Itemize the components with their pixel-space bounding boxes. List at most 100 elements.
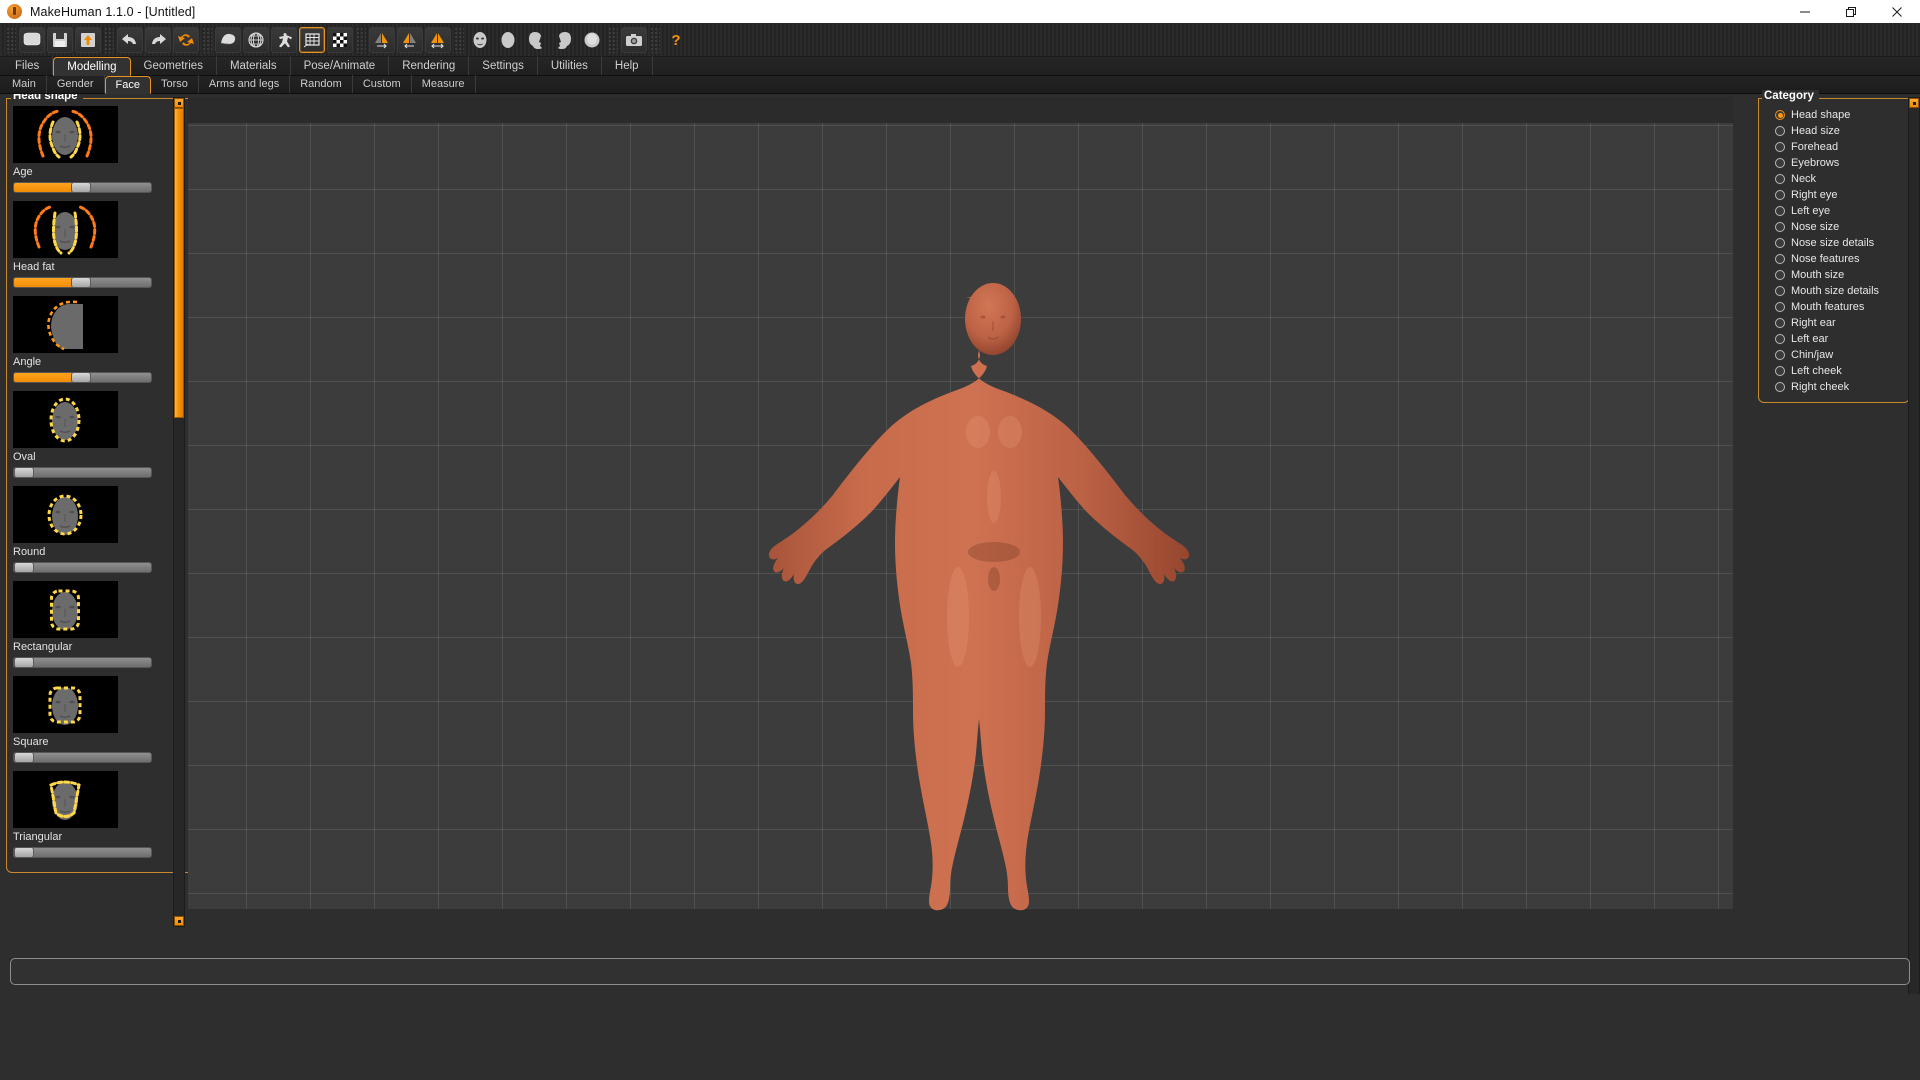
slider-track[interactable] [13, 847, 152, 858]
category-item-left-eye[interactable]: Left eye [1759, 203, 1909, 219]
radio-button-icon[interactable] [1775, 366, 1785, 376]
radio-button-icon[interactable] [1775, 222, 1785, 232]
slider-track[interactable] [13, 752, 152, 763]
wireframe-button[interactable] [243, 26, 269, 53]
new-button[interactable] [19, 26, 45, 53]
slider-handle[interactable] [14, 563, 34, 572]
category-item-neck[interactable]: Neck [1759, 171, 1909, 187]
radio-button-icon[interactable] [1775, 382, 1785, 392]
symmetry-both-button[interactable] [425, 26, 451, 53]
symmetry-left-button[interactable] [397, 26, 423, 53]
grab-screen-button[interactable] [621, 26, 647, 53]
radio-button-icon[interactable] [1775, 174, 1785, 184]
main-tab-files[interactable]: Files [2, 56, 54, 75]
front-view-button[interactable] [467, 27, 493, 53]
category-item-mouth-features[interactable]: Mouth features [1759, 299, 1909, 315]
radio-button-icon[interactable] [1775, 350, 1785, 360]
sub-tab-main[interactable]: Main [2, 75, 47, 93]
left-panel-scrollbar[interactable] [173, 97, 185, 927]
smooth-shading-button[interactable] [215, 26, 241, 53]
category-item-head-size[interactable]: Head size [1759, 123, 1909, 139]
sub-tab-custom[interactable]: Custom [353, 75, 412, 93]
slider-track[interactable] [13, 182, 152, 193]
slider-track[interactable] [13, 277, 152, 288]
scroll-up-button[interactable] [1909, 98, 1919, 108]
category-item-nose-features[interactable]: Nose features [1759, 251, 1909, 267]
radio-button-icon[interactable] [1775, 190, 1785, 200]
maximize-icon[interactable] [1828, 0, 1874, 23]
slider-track[interactable] [13, 372, 152, 383]
top-view-button[interactable] [579, 27, 605, 53]
sub-tab-arms-and-legs[interactable]: Arms and legs [199, 75, 291, 93]
sub-tab-gender[interactable]: Gender [47, 75, 105, 93]
save-button[interactable] [47, 26, 73, 53]
radio-button-icon[interactable] [1775, 206, 1785, 216]
slider-track[interactable] [13, 467, 152, 478]
grid-button[interactable] [299, 26, 325, 53]
pose-figure-button[interactable] [271, 26, 297, 53]
category-item-nose-size[interactable]: Nose size [1759, 219, 1909, 235]
back-view-button[interactable] [495, 27, 521, 53]
main-tab-rendering[interactable]: Rendering [389, 56, 470, 75]
slider-track[interactable] [13, 657, 152, 668]
category-item-left-ear[interactable]: Left ear [1759, 331, 1909, 347]
category-item-head-shape[interactable]: Head shape [1759, 107, 1909, 123]
category-item-right-cheek[interactable]: Right cheek [1759, 379, 1909, 395]
sub-tab-measure[interactable]: Measure [412, 75, 476, 93]
category-item-nose-size-details[interactable]: Nose size details [1759, 235, 1909, 251]
undo-button[interactable] [117, 26, 143, 53]
radio-button-icon[interactable] [1775, 286, 1785, 296]
radio-button-icon[interactable] [1775, 158, 1785, 168]
sub-tab-random[interactable]: Random [290, 75, 353, 93]
scroll-up-button[interactable] [174, 98, 184, 108]
slider-handle[interactable] [71, 183, 91, 192]
slider-handle[interactable] [14, 753, 34, 762]
slider-handle[interactable] [14, 848, 34, 857]
symmetry-right-button[interactable] [369, 26, 395, 53]
right-panel-scrollbar[interactable] [1908, 97, 1920, 1017]
load-button[interactable] [75, 26, 101, 53]
category-item-mouth-size-details[interactable]: Mouth size details [1759, 283, 1909, 299]
slider-handle[interactable] [71, 373, 91, 382]
help-button[interactable]: ? [663, 27, 689, 53]
background-checkerboard-button[interactable] [327, 26, 353, 53]
sub-tab-torso[interactable]: Torso [151, 75, 199, 93]
main-tab-geometries[interactable]: Geometries [131, 56, 217, 75]
main-tab-materials[interactable]: Materials [217, 56, 291, 75]
main-tab-pose-animate[interactable]: Pose/Animate [291, 56, 390, 75]
main-tab-help[interactable]: Help [602, 56, 653, 75]
status-text-field[interactable] [10, 958, 1910, 985]
radio-button-icon[interactable] [1775, 318, 1785, 328]
radio-button-icon[interactable] [1775, 254, 1785, 264]
main-tab-utilities[interactable]: Utilities [538, 56, 602, 75]
scrollbar-thumb[interactable] [174, 108, 184, 418]
radio-button-icon[interactable] [1775, 110, 1785, 120]
left-view-button[interactable] [523, 27, 549, 53]
category-item-right-ear[interactable]: Right ear [1759, 315, 1909, 331]
radio-button-icon[interactable] [1775, 238, 1785, 248]
radio-button-icon[interactable] [1775, 126, 1785, 136]
category-item-right-eye[interactable]: Right eye [1759, 187, 1909, 203]
reset-button[interactable] [173, 26, 199, 53]
redo-button[interactable] [145, 26, 171, 53]
radio-button-icon[interactable] [1775, 334, 1785, 344]
category-item-chin-jaw[interactable]: Chin/jaw [1759, 347, 1909, 363]
sub-tab-face[interactable]: Face [104, 76, 152, 94]
main-tab-settings[interactable]: Settings [469, 56, 538, 75]
minimize-icon[interactable] [1782, 0, 1828, 23]
radio-button-icon[interactable] [1775, 302, 1785, 312]
slider-handle[interactable] [14, 658, 34, 667]
radio-button-icon[interactable] [1775, 142, 1785, 152]
category-item-mouth-size[interactable]: Mouth size [1759, 267, 1909, 283]
slider-track[interactable] [13, 562, 152, 573]
radio-button-icon[interactable] [1775, 270, 1785, 280]
category-item-eyebrows[interactable]: Eyebrows [1759, 155, 1909, 171]
close-icon[interactable] [1874, 0, 1920, 23]
category-item-forehead[interactable]: Forehead [1759, 139, 1909, 155]
category-item-left-cheek[interactable]: Left cheek [1759, 363, 1909, 379]
slider-handle[interactable] [71, 278, 91, 287]
slider-handle[interactable] [14, 468, 34, 477]
scroll-down-button[interactable] [174, 916, 184, 926]
right-view-button[interactable] [551, 27, 577, 53]
3d-model-viewport[interactable] [188, 97, 1733, 1017]
